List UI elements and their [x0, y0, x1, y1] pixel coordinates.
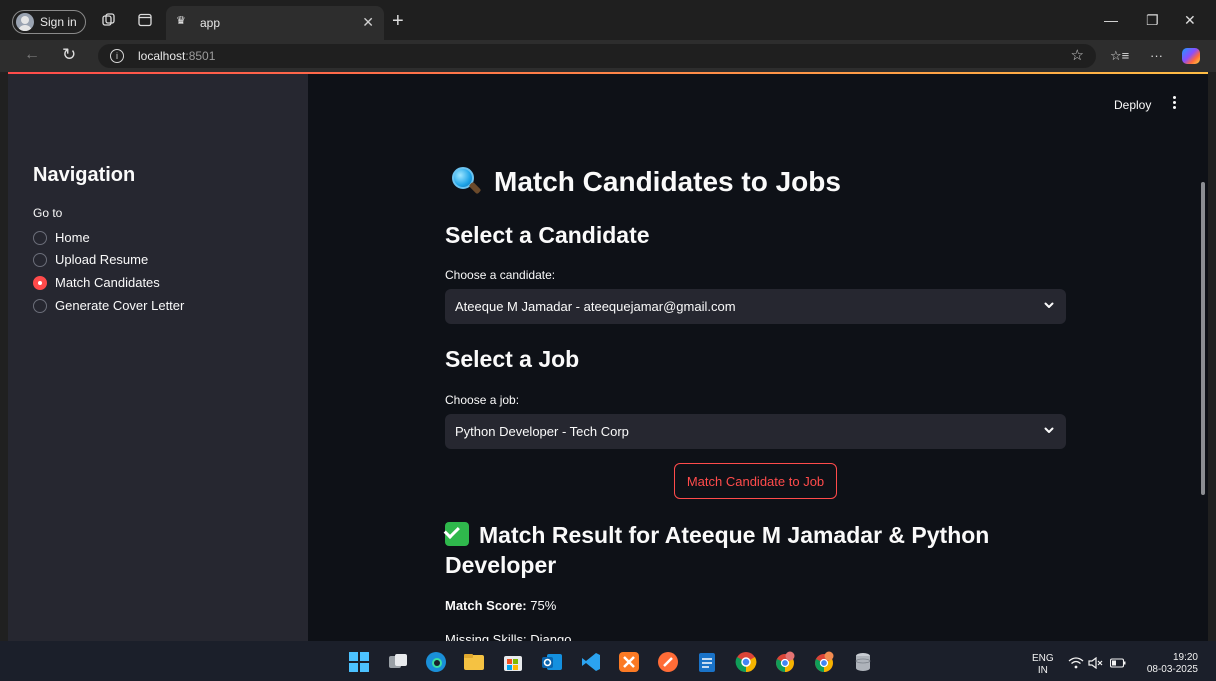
start-icon[interactable] [348, 651, 370, 673]
edge-icon[interactable] [425, 651, 447, 673]
nav-option-label: Match Candidates [55, 275, 160, 290]
minimize-icon[interactable]: — [1104, 12, 1118, 28]
match-result-heading: Match Result for Ateeque M Jamadar & Pyt… [445, 520, 1005, 580]
page-title: Match Candidates to Jobs [450, 166, 841, 198]
tab-title: app [200, 16, 221, 30]
clock-time: 19:20 [1172, 652, 1198, 663]
nav-option-label: Generate Cover Letter [55, 298, 185, 313]
store-icon[interactable] [502, 651, 524, 673]
nav-option-label: Home [55, 230, 90, 245]
candidate-select-label: Choose a candidate: [445, 268, 556, 282]
back-icon[interactable]: ← [24, 46, 40, 64]
job-select-value: Python Developer - Tech Corp [455, 424, 629, 439]
nav-option-generate-cover-letter[interactable]: Generate Cover Letter [33, 298, 184, 313]
radio-button[interactable] [33, 230, 47, 245]
chevron-down-icon [1044, 302, 1054, 308]
match-score: Match Score: 75% [445, 598, 556, 613]
magnifying-glass-icon [450, 167, 482, 197]
tab-actions-icon[interactable] [138, 13, 152, 27]
sidebar-title: Navigation [33, 164, 136, 186]
restore-icon[interactable]: ❐ [1146, 12, 1159, 29]
match-score-label: Match Score: [445, 598, 527, 613]
nav-option-home[interactable]: Home [33, 230, 90, 245]
file-explorer-icon[interactable] [463, 651, 485, 673]
favorite-star-icon[interactable]: ☆ [1071, 46, 1084, 64]
windows-taskbar: ENG IN 19:20 08-03-2025 [0, 641, 1216, 681]
radio-button[interactable] [33, 298, 47, 313]
wifi-icon[interactable] [1068, 657, 1084, 669]
new-tab-icon[interactable]: + [392, 10, 404, 33]
sidebar: Navigation Go to Home Upload Resume Matc… [8, 74, 308, 641]
clock[interactable]: 19:20 08-03-2025 [1136, 652, 1198, 676]
match-score-value: 75% [530, 598, 557, 613]
close-window-icon[interactable]: ✕ [1184, 12, 1196, 29]
outlook-icon[interactable] [541, 651, 563, 673]
job-section-heading: Select a Job [445, 346, 580, 372]
workspaces-icon[interactable] [102, 13, 116, 27]
main-content: Deploy Match Candidates to Jobs Select a… [308, 74, 1208, 641]
job-select[interactable]: Python Developer - Tech Corp [445, 414, 1066, 449]
sign-in-label: Sign in [40, 15, 77, 29]
deploy-button[interactable]: Deploy [1114, 98, 1151, 112]
check-mark-icon [445, 522, 469, 546]
language-code: ENG [1032, 653, 1054, 664]
chrome-profile-icon[interactable] [774, 651, 796, 673]
more-options-icon[interactable]: ··· [1150, 48, 1163, 63]
radio-button[interactable] [33, 252, 47, 267]
candidate-select-value: Ateeque M Jamadar - ateequejamar@gmail.c… [455, 299, 736, 314]
profile-avatar-icon [16, 13, 34, 31]
favorites-icon[interactable]: ☆≡ [1110, 48, 1129, 64]
notepad-icon[interactable] [696, 651, 718, 673]
nav-option-match-candidates[interactable]: Match Candidates [33, 275, 160, 290]
database-icon[interactable] [852, 651, 874, 673]
candidate-section-heading: Select a Candidate [445, 222, 650, 248]
chrome-icon[interactable] [735, 651, 757, 673]
address-bar-row: ← ↻ i localhost:8501 ☆ ☆≡ ··· [0, 40, 1216, 72]
clock-date: 08-03-2025 [1146, 664, 1198, 675]
battery-icon[interactable] [1110, 658, 1126, 668]
candidate-select[interactable]: Ateeque M Jamadar - ateequejamar@gmail.c… [445, 289, 1066, 324]
main-scrollbar[interactable] [1201, 182, 1205, 495]
nav-option-label: Upload Resume [55, 252, 149, 267]
streamlit-favicon-icon [176, 14, 190, 28]
region-code: IN [1037, 665, 1048, 676]
site-info-icon[interactable]: i [110, 49, 124, 63]
chevron-down-icon [1044, 427, 1054, 433]
missing-skills: Missing Skills: Django [445, 632, 572, 641]
match-candidate-button[interactable]: Match Candidate to Job [674, 463, 837, 499]
radio-button-selected[interactable] [33, 275, 47, 290]
chrome-profile-icon[interactable] [813, 651, 835, 673]
task-view-icon[interactable] [387, 651, 409, 673]
main-menu-icon[interactable] [1170, 96, 1178, 112]
job-select-label: Choose a job: [445, 393, 520, 407]
copilot-icon[interactable] [1182, 48, 1200, 64]
match-result-text: Match Result for Ateeque M Jamadar & Pyt… [445, 522, 990, 578]
url-field[interactable]: i localhost:8501 ☆ [98, 44, 1096, 68]
volume-muted-icon[interactable] [1088, 657, 1104, 669]
radio-group-label: Go to [33, 206, 63, 220]
xampp-icon[interactable] [618, 651, 640, 673]
nav-option-upload-resume[interactable]: Upload Resume [33, 252, 148, 267]
page-title-text: Match Candidates to Jobs [494, 166, 841, 197]
browser-tab[interactable]: app ✕ [166, 6, 384, 40]
vscode-icon[interactable] [580, 651, 602, 673]
browser-tab-bar: Sign in app ✕ + — ❐ ✕ [0, 0, 1216, 40]
sign-in-button[interactable]: Sign in [12, 10, 86, 34]
language-indicator[interactable]: ENG IN [1032, 653, 1054, 677]
url-port: :8501 [185, 49, 216, 63]
close-tab-icon[interactable]: ✕ [362, 14, 374, 31]
url-host: localhost [138, 49, 186, 63]
postman-icon[interactable] [657, 651, 679, 673]
refresh-icon[interactable]: ↻ [62, 45, 76, 65]
